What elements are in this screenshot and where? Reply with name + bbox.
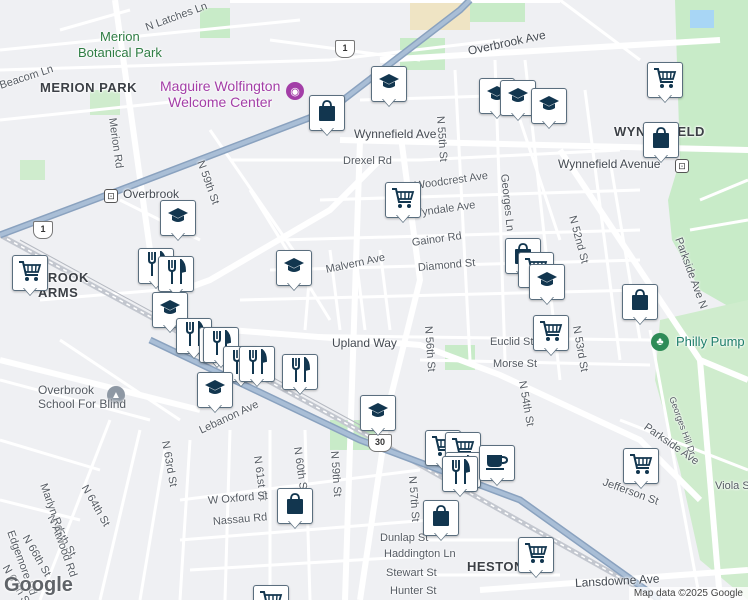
street-label: Haddington Ln — [384, 548, 456, 560]
street-label: Drexel Rd — [343, 155, 392, 167]
map-pin-shopping-cart[interactable] — [385, 182, 421, 224]
street-label: Morse St — [493, 358, 538, 370]
map-pin-school[interactable] — [160, 200, 196, 242]
shopping-cart-icon — [629, 453, 653, 480]
map-pin-shopping-cart[interactable] — [533, 315, 569, 357]
map-pin-school[interactable] — [197, 372, 233, 414]
poi-label-overbrook-school: Overbrook School For Blind — [38, 383, 127, 411]
school-icon — [378, 73, 400, 96]
shopping-cart-icon — [524, 542, 548, 569]
street-label: Dunlap St — [380, 532, 429, 544]
transit-label-overbrook: Overbrook — [123, 187, 180, 201]
map-pin-shopping-bag[interactable] — [423, 500, 459, 542]
map-canvas[interactable]: 1 1 30 ⊡ ⊡ ◉ ♣ ▲ MERION PARK BROOK ARMS … — [0, 0, 748, 600]
map-pin-school[interactable] — [529, 264, 565, 306]
street-label: Viola St — [715, 480, 748, 492]
map-pin-shopping-cart[interactable] — [647, 62, 683, 104]
school-icon — [507, 87, 529, 110]
map-pin-school[interactable] — [360, 395, 396, 437]
park-icon[interactable]: ♣ — [651, 333, 669, 351]
map-pin-coffee[interactable] — [479, 445, 515, 487]
google-logo: Google — [4, 574, 73, 596]
map-pin-school[interactable] — [371, 66, 407, 108]
restaurant-icon — [290, 355, 311, 388]
map-pin-shopping-bag[interactable] — [643, 122, 679, 164]
map-pin-school[interactable] — [531, 88, 567, 130]
train-station-icon[interactable]: ⊡ — [104, 189, 118, 203]
map-pin-restaurant[interactable] — [282, 354, 318, 396]
restaurant-icon — [247, 347, 268, 380]
coffee-icon — [485, 451, 509, 476]
map-pin-shopping-bag[interactable] — [309, 95, 345, 137]
map-pin-restaurant[interactable] — [239, 346, 275, 388]
school-icon — [367, 402, 389, 425]
map-attribution[interactable]: Map data ©2025 Google — [628, 587, 748, 600]
street-label: Wynnefield Ave — [354, 127, 437, 141]
route-1-shield: 1 — [33, 221, 53, 239]
map-pin-shopping-bag[interactable] — [622, 284, 658, 326]
park-label-merion-botanical: Merion Botanical Park — [78, 29, 162, 60]
map-pin-restaurant[interactable] — [442, 456, 478, 498]
shopping-bag-icon — [651, 126, 671, 155]
map-pin-shopping-cart[interactable] — [518, 537, 554, 579]
school-icon — [204, 379, 226, 402]
street-label: Hunter St — [390, 585, 437, 597]
shopping-bag-icon — [285, 492, 305, 521]
school-icon — [167, 207, 189, 230]
map-pin-shopping-cart[interactable] — [623, 448, 659, 490]
camera-icon[interactable]: ◉ — [286, 82, 304, 100]
map-pin-school[interactable] — [276, 250, 312, 292]
poi-label-philly-pump: Philly Pump — [676, 334, 745, 349]
shopping-cart-icon — [539, 320, 563, 347]
school-icon — [536, 271, 558, 294]
school-icon — [283, 257, 305, 280]
shopping-cart-icon — [259, 590, 283, 600]
shopping-cart-icon — [391, 187, 415, 214]
map-pin-shopping-cart[interactable] — [12, 255, 48, 297]
route-1-shield: 1 — [335, 40, 355, 58]
street-label: Stewart St — [386, 567, 437, 579]
street-label: Euclid St — [490, 336, 534, 348]
shopping-bag-icon — [630, 288, 650, 317]
poi-label-welcome-center: Maguire Wolfington Welcome Center — [160, 78, 281, 110]
shopping-cart-icon — [653, 67, 677, 94]
shopping-bag-icon — [317, 99, 337, 128]
map-pin-shopping-bag[interactable] — [277, 488, 313, 530]
area-label-heston: HESTON — [467, 559, 524, 574]
school-icon — [538, 95, 560, 118]
restaurant-icon — [166, 257, 187, 290]
shopping-cart-icon — [18, 260, 42, 287]
street-label: Upland Way — [332, 336, 397, 350]
restaurant-icon — [450, 457, 471, 490]
area-label-merion-park: MERION PARK — [40, 80, 137, 95]
shopping-bag-icon — [431, 504, 451, 533]
map-pin-shopping-cart[interactable] — [253, 585, 289, 600]
